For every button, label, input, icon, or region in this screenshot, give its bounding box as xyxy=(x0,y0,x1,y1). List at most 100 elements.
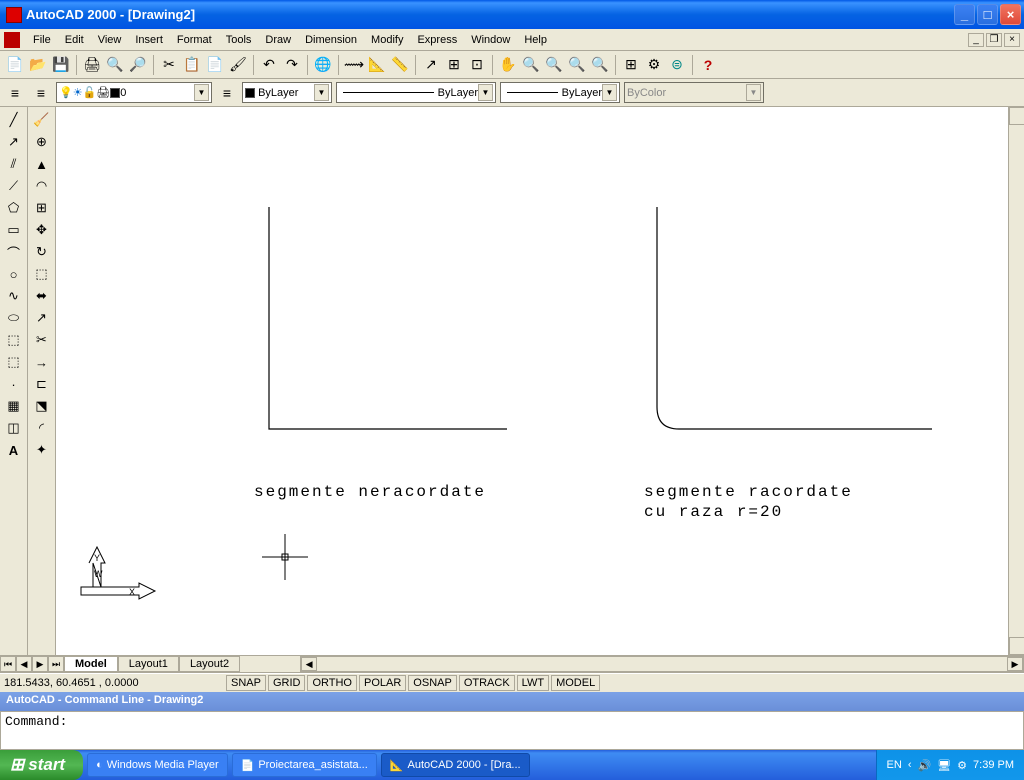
named-views-button[interactable]: ⊡ xyxy=(466,54,488,76)
menu-modify[interactable]: Modify xyxy=(364,31,410,49)
minimize-button[interactable]: _ xyxy=(954,4,975,25)
fillet-tool[interactable]: ◜ xyxy=(30,417,54,439)
region-tool[interactable]: ◫ xyxy=(2,417,26,439)
menu-express[interactable]: Express xyxy=(410,31,464,49)
horizontal-scrollbar[interactable]: ◀ ▶ xyxy=(300,656,1024,672)
menu-window[interactable]: Window xyxy=(464,31,517,49)
array-tool[interactable]: ⊞ xyxy=(30,197,54,219)
tab-layout1[interactable]: Layout1 xyxy=(118,656,179,672)
scroll-left-button[interactable]: ◀ xyxy=(301,657,317,671)
tray-clock[interactable]: 7:39 PM xyxy=(973,759,1014,771)
menu-draw[interactable]: Draw xyxy=(258,31,298,49)
taskbar-item-autocad[interactable]: 📐 AutoCAD 2000 - [Dra... xyxy=(381,753,530,777)
extend-tool[interactable]: → xyxy=(30,351,54,373)
print-button[interactable]: 🖨 xyxy=(81,54,103,76)
grid-toggle[interactable]: GRID xyxy=(268,675,306,691)
menu-view[interactable]: View xyxy=(91,31,129,49)
cut-button[interactable]: ✂ xyxy=(158,54,180,76)
plotstyle-dropdown[interactable]: ByColor ▼ xyxy=(624,82,764,103)
redo-button[interactable]: ↷ xyxy=(281,54,303,76)
properties-button[interactable]: ⊞ xyxy=(620,54,642,76)
tray-icon[interactable]: 🖥 xyxy=(937,759,951,772)
erase-tool[interactable]: 🧹 xyxy=(30,109,54,131)
make-layer-current-button[interactable]: ≡ xyxy=(216,82,238,104)
tab-nav-next[interactable]: ▶ xyxy=(32,656,48,672)
open-button[interactable]: 📂 xyxy=(27,54,49,76)
lwt-toggle[interactable]: LWT xyxy=(517,675,549,691)
distance-button[interactable]: 📏 xyxy=(389,54,411,76)
circle-tool[interactable]: ○ xyxy=(2,263,26,285)
rotate-tool[interactable]: ↻ xyxy=(30,241,54,263)
tray-arrow-icon[interactable]: ‹ xyxy=(908,759,912,771)
scale-tool[interactable]: ⬚ xyxy=(30,263,54,285)
menu-dimension[interactable]: Dimension xyxy=(298,31,364,49)
osnap-toggle[interactable]: OSNAP xyxy=(408,675,457,691)
zoom-realtime-button[interactable]: 🔍 xyxy=(520,54,542,76)
taskbar-item-wmp[interactable]: ◐ Windows Media Player xyxy=(87,753,228,777)
ucs-button[interactable]: 📐 xyxy=(366,54,388,76)
model-toggle[interactable]: MODEL xyxy=(551,675,600,691)
maximize-button[interactable]: □ xyxy=(977,4,998,25)
line-tool[interactable]: ╱ xyxy=(2,109,26,131)
copy-object-tool[interactable]: ⊕ xyxy=(30,131,54,153)
paste-button[interactable]: 📄 xyxy=(204,54,226,76)
polygon-tool[interactable]: ⬠ xyxy=(2,197,26,219)
make-block-tool[interactable]: ⬚ xyxy=(2,351,26,373)
pan-button[interactable]: ✋ xyxy=(497,54,519,76)
ortho-toggle[interactable]: ORTHO xyxy=(307,675,357,691)
hatch-tool[interactable]: ▦ xyxy=(2,395,26,417)
tab-nav-prev[interactable]: ◀ xyxy=(16,656,32,672)
text-tool[interactable]: A xyxy=(2,439,26,461)
menu-edit[interactable]: Edit xyxy=(58,31,91,49)
tab-model[interactable]: Model xyxy=(64,656,118,672)
system-tray[interactable]: EN ‹ 🔊 🖥 ⚙ 7:39 PM xyxy=(876,750,1024,780)
menu-help[interactable]: Help xyxy=(517,31,554,49)
snap-toggle[interactable]: SNAP xyxy=(226,675,266,691)
layer-dropdown[interactable]: 💡☀🔓🖨 0 ▼ xyxy=(56,82,212,103)
start-button[interactable]: ⊞ start xyxy=(0,750,83,780)
scroll-right-button[interactable]: ▶ xyxy=(1007,657,1023,671)
command-line[interactable]: Command: xyxy=(0,711,1024,750)
menu-insert[interactable]: Insert xyxy=(128,31,170,49)
hyperlink-button[interactable]: 🌐 xyxy=(312,54,334,76)
mirror-tool[interactable]: ▲ xyxy=(30,153,54,175)
tray-icon[interactable]: ⚙ xyxy=(957,759,967,772)
zoom-window-button[interactable]: 🔍 xyxy=(543,54,565,76)
dbconnect-button[interactable]: ⚙ xyxy=(643,54,665,76)
lengthen-tool[interactable]: ↗ xyxy=(30,307,54,329)
tracking-button[interactable]: ⟿ xyxy=(343,54,365,76)
menu-format[interactable]: Format xyxy=(170,31,219,49)
save-button[interactable]: 💾 xyxy=(50,54,72,76)
rectangle-tool[interactable]: ▭ xyxy=(2,219,26,241)
ellipse-tool[interactable]: ⬭ xyxy=(2,307,26,329)
tray-lang[interactable]: EN xyxy=(887,759,902,771)
explode-tool[interactable]: ✦ xyxy=(30,439,54,461)
drawing-canvas[interactable]: Y W X segmente neracordate segmente raco… xyxy=(56,107,1008,655)
tab-layout2[interactable]: Layout2 xyxy=(179,656,240,672)
pline-tool[interactable]: ⟋ xyxy=(2,175,26,197)
tray-icon[interactable]: 🔊 xyxy=(917,759,931,772)
taskbar-item-word[interactable]: 📄 Proiectarea_asistata... xyxy=(232,753,377,777)
document-icon[interactable] xyxy=(4,32,20,48)
zoom-previous-button[interactable]: 🔍 xyxy=(566,54,588,76)
tab-nav-first[interactable]: ⏮ xyxy=(0,656,16,672)
stretch-tool[interactable]: ⬌ xyxy=(30,285,54,307)
tab-nav-last[interactable]: ⏭ xyxy=(48,656,64,672)
menu-file[interactable]: File xyxy=(26,31,58,49)
undo-button[interactable]: ↶ xyxy=(258,54,280,76)
insert-block-tool[interactable]: ⬚ xyxy=(2,329,26,351)
match-properties-button[interactable]: 🖌 xyxy=(227,54,249,76)
lineweight-dropdown[interactable]: ByLayer ▼ xyxy=(500,82,620,103)
close-button[interactable]: × xyxy=(1000,4,1021,25)
linetype-dropdown[interactable]: ByLayer ▼ xyxy=(336,82,496,103)
mdi-restore[interactable]: ❐ xyxy=(986,33,1002,47)
chamfer-tool[interactable]: ⬔ xyxy=(30,395,54,417)
otrack-toggle[interactable]: OTRACK xyxy=(459,675,515,691)
mdi-close[interactable]: × xyxy=(1004,33,1020,47)
trim-tool[interactable]: ✂ xyxy=(30,329,54,351)
help-button[interactable]: ? xyxy=(697,54,719,76)
zoom-button[interactable]: 🔍 xyxy=(589,54,611,76)
mline-tool[interactable]: ⫽ xyxy=(2,153,26,175)
move-tool[interactable]: ✥ xyxy=(30,219,54,241)
adcenter-button[interactable]: ⊜ xyxy=(666,54,688,76)
